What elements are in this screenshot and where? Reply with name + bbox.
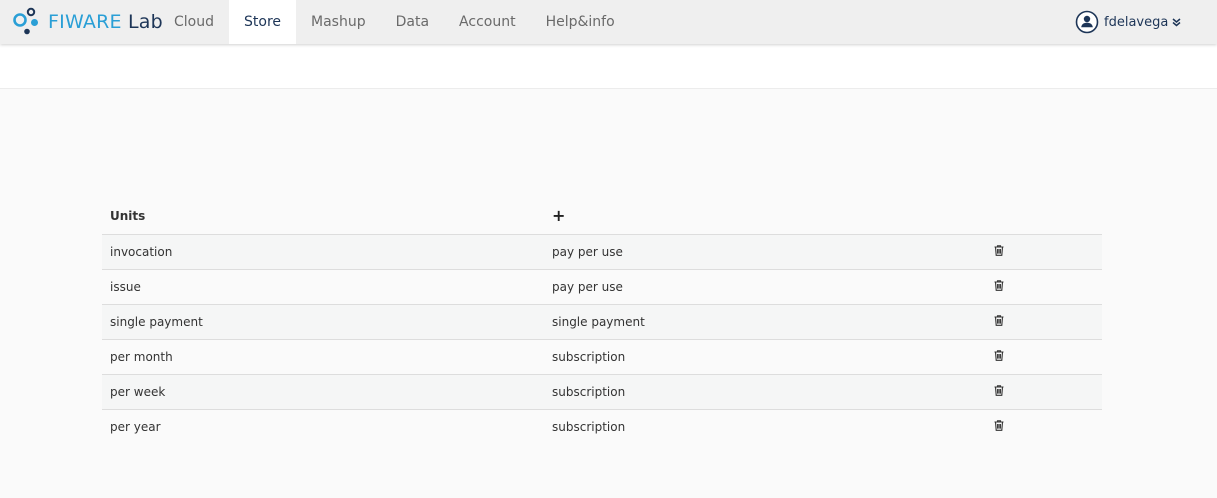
- delete-unit-button[interactable]: [994, 420, 1004, 431]
- delete-unit-button[interactable]: [994, 384, 1004, 396]
- fiware-lab-logo[interactable]: FIWARE Lab: [12, 5, 163, 39]
- user-menu-dropdown[interactable]: fdelavega: [1075, 10, 1181, 34]
- user-circle-icon: [1075, 10, 1099, 34]
- table-row: invocation pay per use: [102, 233, 1102, 269]
- tab-data[interactable]: Data: [381, 0, 444, 44]
- unit-model: single payment: [544, 303, 986, 339]
- unit-model: subscription: [544, 408, 986, 444]
- tab-account[interactable]: Account: [444, 0, 531, 44]
- unit-name: issue: [102, 268, 544, 304]
- actions-column-header: [986, 198, 1102, 234]
- table-header-row: Units +: [102, 198, 1102, 234]
- tab-store[interactable]: Store: [229, 0, 297, 44]
- units-column-header: Units: [110, 208, 146, 223]
- user-name: fdelavega: [1104, 14, 1169, 30]
- tab-cloud[interactable]: Cloud: [159, 0, 229, 44]
- row-actions: [986, 233, 1102, 269]
- trash-icon: [994, 384, 1004, 396]
- brand-name: FIWARE Lab: [48, 11, 163, 33]
- unit-name: invocation: [102, 233, 544, 269]
- main-nav-tabs: Cloud Store Mashup Data Account Help&inf…: [159, 0, 630, 44]
- row-actions: [986, 303, 1102, 339]
- delete-unit-button[interactable]: [994, 349, 1004, 361]
- trash-icon: [994, 420, 1004, 431]
- unit-model: pay per use: [544, 233, 986, 269]
- tab-mashup[interactable]: Mashup: [296, 0, 381, 44]
- delete-unit-button[interactable]: [994, 279, 1004, 291]
- unit-model: subscription: [544, 338, 986, 374]
- table-row: per year subscription: [102, 408, 1102, 444]
- unit-name: per year: [102, 408, 544, 444]
- top-navbar: FIWARE Lab Cloud Store Mashup Data Accou…: [0, 0, 1217, 44]
- unit-name: per month: [102, 338, 544, 374]
- unit-name: per week: [102, 373, 544, 409]
- trash-icon: [994, 314, 1004, 326]
- double-chevron-down-icon: [1172, 17, 1181, 26]
- secondary-toolbar: [0, 44, 1217, 89]
- add-unit-button[interactable]: +: [552, 207, 565, 224]
- row-actions: [986, 373, 1102, 409]
- table-row: single payment single payment: [102, 303, 1102, 339]
- add-unit-header-cell: +: [544, 198, 986, 234]
- units-table: Units + invocation pay per use issue pay…: [102, 198, 1102, 444]
- unit-model: pay per use: [544, 268, 986, 304]
- unit-model: subscription: [544, 373, 986, 409]
- trash-icon: [994, 349, 1004, 361]
- delete-unit-button[interactable]: [994, 314, 1004, 326]
- table-row: per month subscription: [102, 338, 1102, 374]
- row-actions: [986, 268, 1102, 304]
- tab-help-info[interactable]: Help&info: [531, 0, 630, 44]
- table-row: issue pay per use: [102, 268, 1102, 304]
- row-actions: [986, 408, 1102, 444]
- table-row: per week subscription: [102, 373, 1102, 409]
- fiware-logo-icon: [13, 7, 38, 35]
- delete-unit-button[interactable]: [994, 244, 1004, 256]
- unit-name: single payment: [102, 303, 544, 339]
- row-actions: [986, 338, 1102, 374]
- trash-icon: [994, 244, 1004, 256]
- trash-icon: [994, 279, 1004, 291]
